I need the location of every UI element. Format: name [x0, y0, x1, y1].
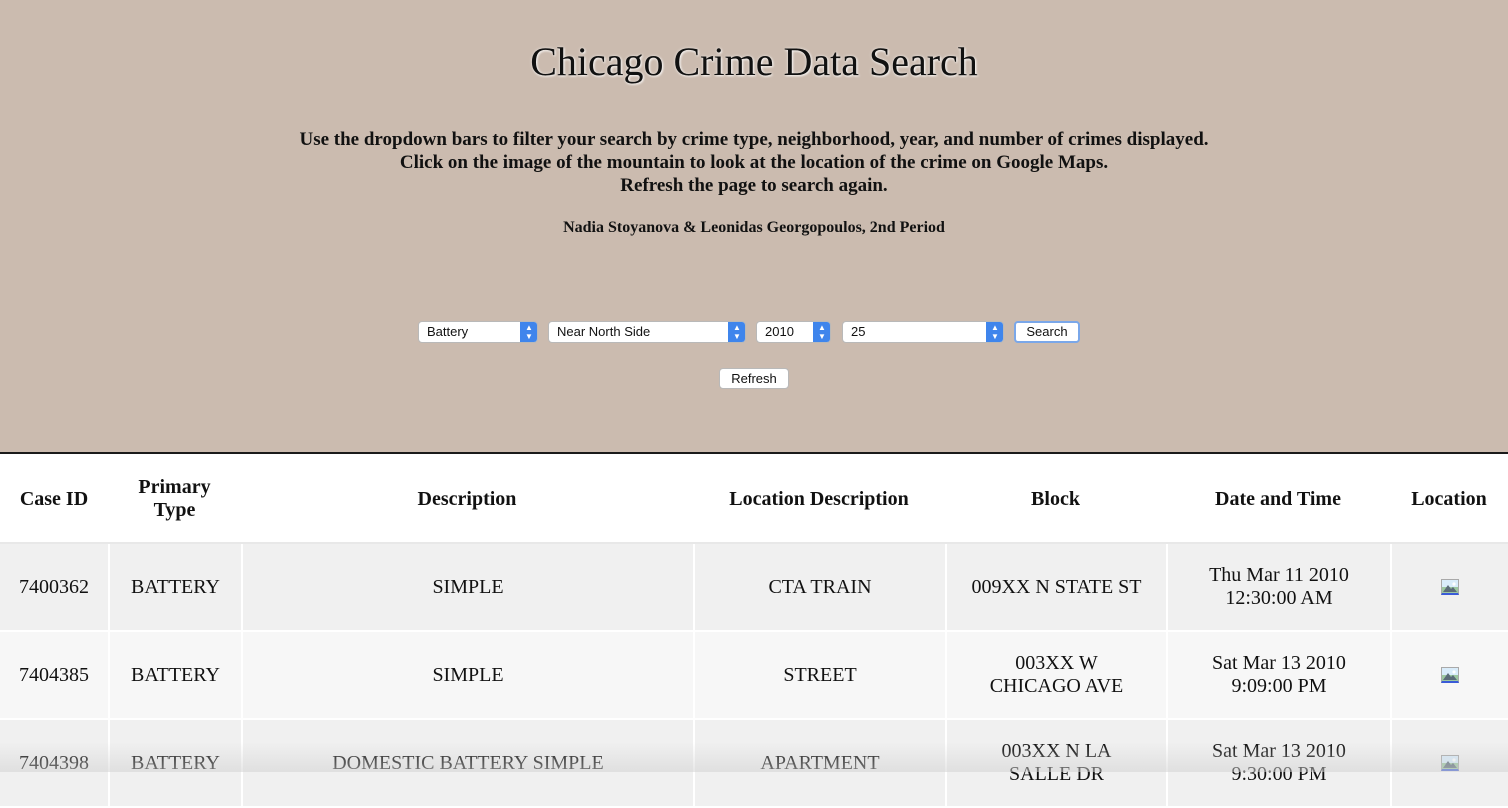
date-time-cell: Thu Mar 11 2010 12:30:00 AM	[1166, 544, 1390, 630]
date-time-cell: Sat Mar 13 2010 9:30:00 PM	[1166, 720, 1390, 806]
mountain-image-icon[interactable]	[1441, 579, 1459, 595]
case-id-cell: 7404398	[19, 751, 89, 774]
primary-type-cell: BATTERY	[108, 632, 241, 718]
year-select[interactable]: 2010 ▲ ▼	[756, 321, 831, 343]
search-button[interactable]: Search	[1014, 321, 1080, 343]
select-arrows-icon: ▲ ▼	[986, 322, 1003, 342]
table-row: 7404385 BATTERY SIMPLE STREET 003XX W CH…	[0, 632, 1508, 720]
table-row: 7404398 BATTERY DOMESTIC BATTERY SIMPLE …	[0, 720, 1508, 808]
block-cell: 003XX N LA SALLE DR	[945, 720, 1166, 806]
count-value: 25	[851, 324, 866, 339]
instruction-line: Refresh the page to search again.	[620, 175, 888, 196]
search-header: Chicago Crime Data Search Use the dropdo…	[0, 0, 1508, 454]
instruction-line: Use the dropdown bars to filter your sea…	[299, 129, 1209, 150]
table-header-row: Case ID Primary Type Description Locatio…	[0, 456, 1508, 544]
mountain-image-icon[interactable]	[1441, 667, 1459, 683]
select-arrows-icon: ▲ ▼	[520, 322, 537, 342]
description-cell: DOMESTIC BATTERY SIMPLE	[241, 720, 693, 806]
column-header-primary-type: Primary Type	[138, 476, 211, 521]
neighborhood-select[interactable]: Near North Side ▲ ▼	[548, 321, 746, 343]
credits: Nadia Stoyanova & Leonidas Georgopoulos,…	[563, 219, 945, 236]
location-cell	[1390, 632, 1508, 718]
column-header-location: Location	[1411, 487, 1487, 510]
location-description-cell: STREET	[693, 632, 945, 718]
block-cell: 009XX N STATE ST	[945, 544, 1166, 630]
description-cell: SIMPLE	[241, 544, 693, 630]
column-header-location-description: Location Description	[729, 487, 909, 510]
case-id-cell: 7400362	[19, 575, 89, 598]
page-title: Chicago Crime Data Search	[530, 39, 978, 84]
primary-type-cell: BATTERY	[108, 544, 241, 630]
primary-type-cell: BATTERY	[108, 720, 241, 806]
select-arrows-icon: ▲ ▼	[728, 322, 745, 342]
instruction-line: Click on the image of the mountain to lo…	[399, 152, 1109, 173]
location-cell	[1390, 720, 1508, 806]
block-cell: 003XX W CHICAGO AVE	[945, 632, 1166, 718]
description-cell: SIMPLE	[241, 632, 693, 718]
crime-results-table: Case ID Primary Type Description Locatio…	[0, 456, 1508, 808]
case-id-cell: 7404385	[19, 663, 89, 686]
year-value: 2010	[765, 324, 794, 339]
filter-controls: Battery ▲ ▼ Near North Side ▲ ▼ 2010 ▲ ▼ 25…	[0, 321, 1508, 345]
column-header-description: Description	[417, 487, 517, 510]
neighborhood-value: Near North Side	[557, 324, 651, 339]
location-cell	[1390, 544, 1508, 630]
column-header-case-id: Case ID	[19, 487, 89, 510]
refresh-button[interactable]: Refresh	[719, 368, 789, 389]
crime-type-value: Battery	[427, 324, 469, 339]
count-select[interactable]: 25 ▲ ▼	[842, 321, 1004, 343]
location-description-cell: CTA TRAIN	[693, 544, 945, 630]
table-row: 7400362 BATTERY SIMPLE CTA TRAIN 009XX N…	[0, 544, 1508, 632]
mountain-image-icon[interactable]	[1441, 755, 1459, 771]
select-arrows-icon: ▲ ▼	[813, 322, 830, 342]
date-time-cell: Sat Mar 13 2010 9:09:00 PM	[1166, 632, 1390, 718]
location-description-cell: APARTMENT	[693, 720, 945, 806]
column-header-block: Block	[1031, 487, 1080, 510]
instructions: Use the dropdown bars to filter your sea…	[0, 128, 1508, 197]
column-header-date-time: Date and Time	[1215, 487, 1341, 510]
crime-type-select[interactable]: Battery ▲ ▼	[418, 321, 538, 343]
